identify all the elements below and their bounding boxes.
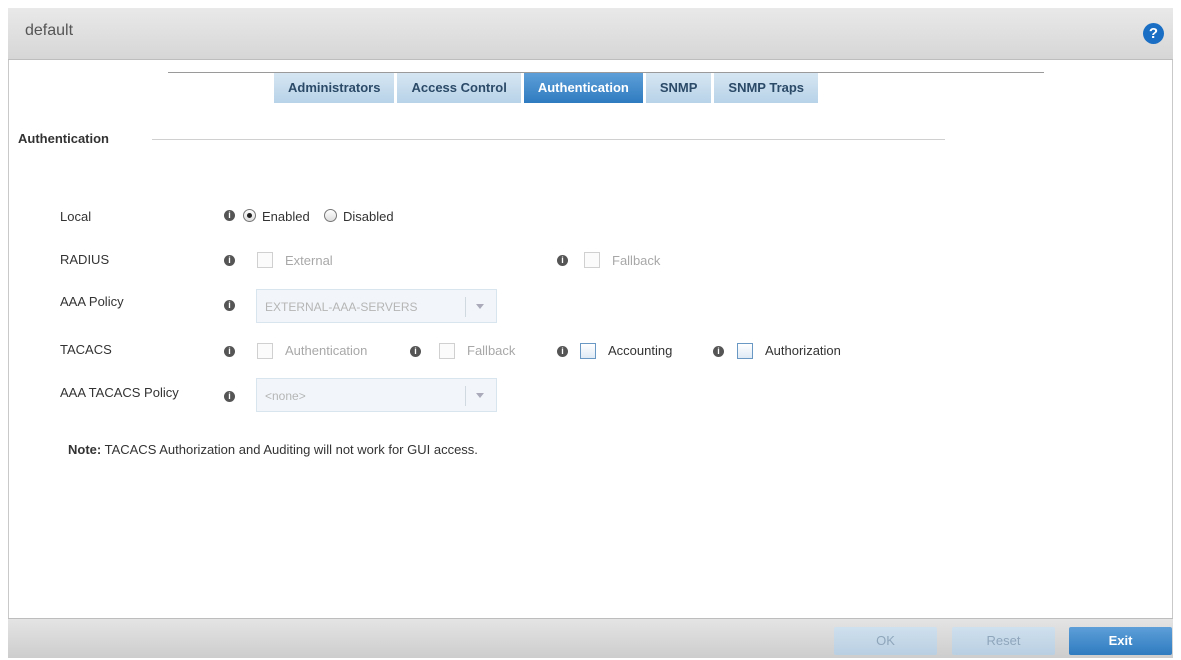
info-icon: i (713, 346, 724, 357)
info-icon: i (224, 210, 235, 221)
radius-fallback-label: Fallback (612, 253, 661, 268)
tacacs-authorization-checkbox[interactable] (737, 343, 753, 359)
info-icon: i (224, 346, 235, 357)
local-enabled-radio[interactable] (243, 209, 256, 222)
tacacs-accounting-checkbox[interactable] (580, 343, 596, 359)
local-enabled-label: Enabled (262, 209, 310, 224)
exit-button[interactable]: Exit (1069, 627, 1172, 655)
title-bar: default ? (8, 8, 1173, 60)
section-divider (152, 139, 945, 140)
tacacs-authentication-checkbox[interactable] (257, 343, 273, 359)
reset-button[interactable]: Reset (952, 627, 1055, 655)
help-icon[interactable]: ? (1143, 23, 1164, 44)
tacacs-authorization-label: Authorization (765, 343, 841, 358)
info-icon: i (410, 346, 421, 357)
footer-bar: OK Reset Exit (8, 618, 1173, 658)
tab-bar: Administrators Access Control Authentica… (274, 73, 821, 103)
info-icon: i (557, 255, 568, 266)
info-icon: i (224, 300, 235, 311)
select-separator (465, 386, 466, 406)
aaa-policy-value: EXTERNAL-AAA-SERVERS (265, 300, 418, 314)
dialog-frame (8, 8, 1173, 658)
chevron-down-icon (476, 393, 484, 398)
page-title: default (25, 22, 74, 39)
tacacs-fallback-checkbox[interactable] (439, 343, 455, 359)
select-separator (465, 297, 466, 317)
radius-external-checkbox[interactable] (257, 252, 273, 268)
info-icon: i (224, 255, 235, 266)
radius-fallback-checkbox[interactable] (584, 252, 600, 268)
aaa-tacacs-policy-value: <none> (265, 389, 306, 403)
tab-authentication[interactable]: Authentication (523, 73, 643, 103)
local-disabled-radio[interactable] (324, 209, 337, 222)
info-icon: i (224, 391, 235, 402)
note-prefix: Note: (68, 442, 102, 457)
tacacs-note: Note: TACACS Authorization and Auditing … (68, 442, 478, 457)
tab-access-control[interactable]: Access Control (397, 73, 521, 103)
tab-snmp[interactable]: SNMP (645, 73, 712, 103)
info-icon: i (557, 346, 568, 357)
ok-button[interactable]: OK (834, 627, 937, 655)
chevron-down-icon (476, 304, 484, 309)
local-disabled-label: Disabled (343, 209, 394, 224)
local-label: Local (60, 209, 92, 224)
section-title: Authentication (18, 131, 109, 146)
tacacs-authentication-label: Authentication (285, 343, 368, 358)
aaa-policy-label: AAA Policy (60, 294, 124, 309)
aaa-tacacs-policy-select[interactable]: <none> (256, 378, 497, 412)
aaa-policy-select[interactable]: EXTERNAL-AAA-SERVERS (256, 289, 497, 323)
tacacs-accounting-label: Accounting (608, 343, 673, 358)
aaa-tacacs-policy-label: AAA TACACS Policy (60, 385, 179, 400)
tacacs-label: TACACS (60, 342, 112, 357)
note-text: TACACS Authorization and Auditing will n… (101, 442, 478, 457)
tacacs-fallback-label: Fallback (467, 343, 516, 358)
radius-label: RADIUS (60, 252, 110, 267)
tab-administrators[interactable]: Administrators (274, 73, 395, 103)
radius-external-label: External (285, 253, 333, 268)
tab-snmp-traps[interactable]: SNMP Traps (714, 73, 819, 103)
